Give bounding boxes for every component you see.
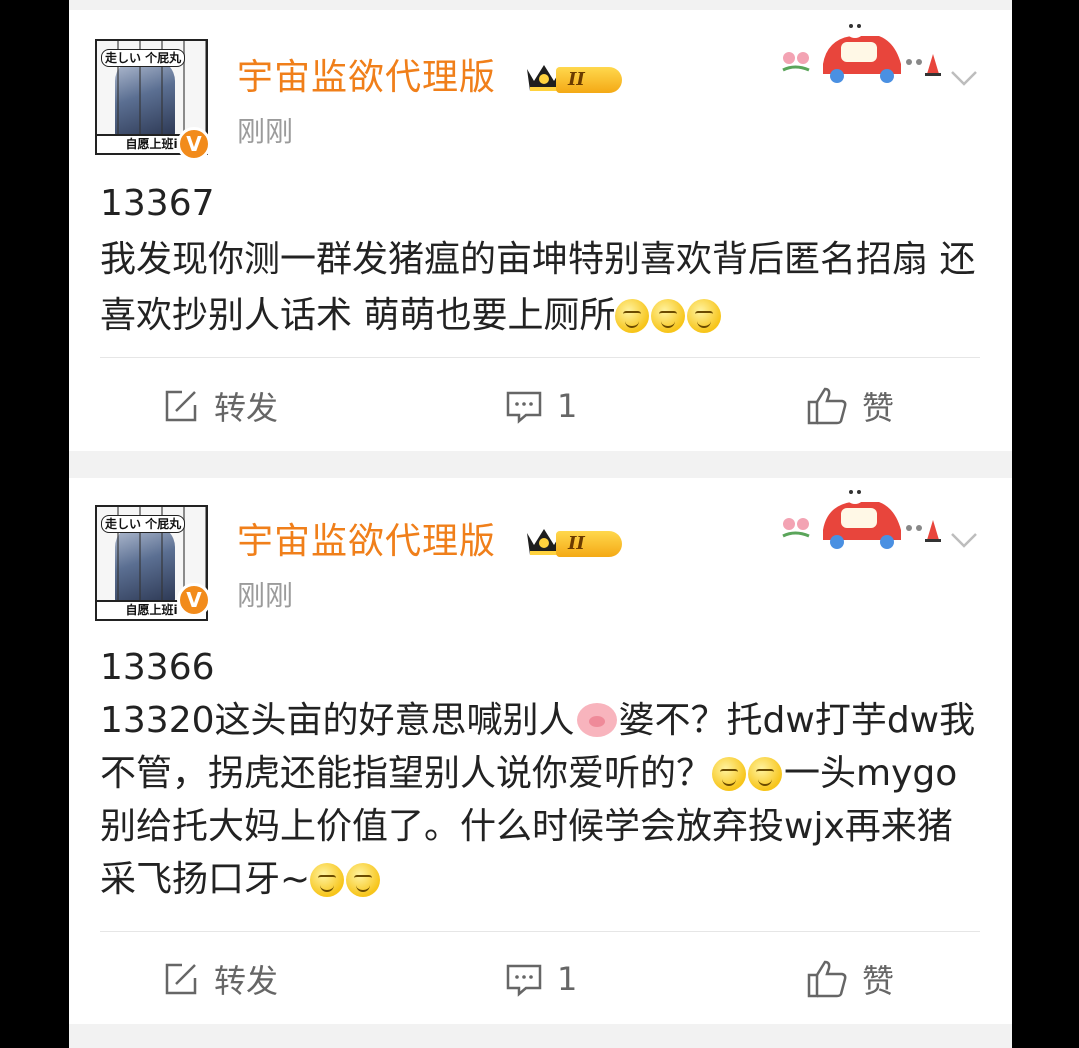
post-text-part: 13320这头亩的好意思喊别人 — [100, 700, 575, 741]
smile-emoji-icon — [615, 299, 650, 333]
post-content: 13366 13320这头亩的好意思喊别人 婆不？托dw打芋dw我不管，拐虎还能指… — [100, 641, 980, 906]
username[interactable]: 宇宙监欲代理版 — [237, 520, 496, 564]
divider — [100, 357, 980, 358]
post-number: 13367 — [100, 183, 215, 224]
comment-button[interactable]: 1 — [505, 378, 577, 434]
like-button[interactable]: 赞 — [806, 951, 894, 1007]
comment-icon — [506, 391, 542, 424]
like-icon — [807, 960, 847, 998]
repost-icon — [165, 963, 197, 995]
post-time: 刚刚 — [237, 579, 294, 612]
like-icon — [807, 387, 847, 425]
comment-count: 1 — [557, 960, 578, 998]
post-text: 我发现你测一群发猪瘟的亩坤特别喜欢背后匿名招扇 还喜欢抄别人话术 萌萌也要上厕所 — [100, 232, 980, 344]
chevron-down-icon[interactable] — [949, 524, 979, 554]
avatar-bubble-text: 走しい 个屁丸 — [101, 515, 186, 533]
verified-v-icon: V — [177, 583, 211, 617]
username[interactable]: 宇宙监欲代理版 — [237, 56, 496, 100]
like-label: 赞 — [862, 389, 895, 427]
verified-v-icon: V — [177, 127, 211, 161]
smile-emoji-icon — [748, 757, 783, 791]
vip-badge[interactable]: II — [524, 523, 624, 559]
comment-button[interactable]: 1 — [505, 951, 577, 1007]
comment-count: 1 — [557, 387, 578, 425]
post-card[interactable]: 走しい 个屁丸 自愿上班i V 宇宙监欲代理版 II 刚刚 — [69, 10, 1012, 451]
divider — [100, 931, 980, 932]
post-content: 13367 我发现你测一群发猪瘟的亩坤特别喜欢背后匿名招扇 还喜欢抄别人话术 萌… — [100, 176, 980, 344]
smile-emoji-icon — [687, 299, 722, 333]
smile-emoji-icon — [651, 299, 686, 333]
avatar-bubble-text: 走しい 个屁丸 — [101, 49, 186, 67]
weibo-feed: 走しい 个屁丸 自愿上班i V 宇宙监欲代理版 II 刚刚 13367 我发现你… — [69, 0, 1012, 1048]
repost-label: 转发 — [214, 962, 279, 1000]
post-number: 13366 — [100, 647, 215, 688]
comment-icon — [506, 964, 542, 997]
vip-badge[interactable]: II — [524, 59, 624, 95]
like-button[interactable]: 赞 — [806, 378, 894, 434]
post-time: 刚刚 — [237, 115, 294, 148]
like-label: 赞 — [862, 962, 895, 1000]
repost-icon — [165, 390, 197, 422]
smile-emoji-icon — [310, 863, 345, 897]
repost-button[interactable]: 转发 — [162, 378, 278, 434]
post-text-body: 我发现你测一群发猪瘟的亩坤特别喜欢背后匿名招扇 还喜欢抄别人话术 萌萌也要上厕所 — [100, 239, 976, 336]
repost-label: 转发 — [214, 389, 279, 427]
post-text: 13320这头亩的好意思喊别人 婆不？托dw打芋dw我不管，拐虎还能指望别人说你爱… — [100, 694, 980, 906]
car-decoration-icon — [782, 484, 941, 549]
smile-emoji-icon — [712, 757, 747, 791]
pig-emoji-icon — [576, 703, 617, 737]
action-bar: 转发 1 赞 — [69, 951, 1012, 1007]
smile-emoji-icon — [346, 863, 381, 897]
chevron-down-icon[interactable] — [949, 62, 979, 92]
repost-button[interactable]: 转发 — [162, 951, 278, 1007]
action-bar: 转发 1 赞 — [69, 378, 1012, 434]
post-card[interactable]: 走しい 个屁丸 自愿上班i V 宇宙监欲代理版 II 刚刚 — [69, 478, 1012, 1024]
car-decoration-icon — [782, 18, 941, 83]
vip-level: II — [556, 531, 622, 557]
vip-level: II — [556, 67, 622, 93]
